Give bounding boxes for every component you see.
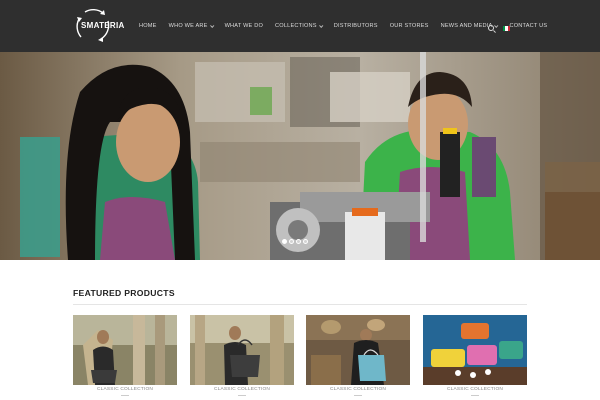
slider-dot[interactable] xyxy=(303,239,308,244)
site-header: SMATERIA HOME WHO WE ARE WHAT WE DO COLL… xyxy=(0,0,600,52)
nav-label: HOME xyxy=(139,23,157,29)
nav-item-home[interactable]: HOME xyxy=(139,23,157,29)
product-image[interactable] xyxy=(306,315,410,385)
product-image[interactable] xyxy=(73,315,177,385)
slider-dot[interactable] xyxy=(289,239,294,244)
featured-products-title: FEATURED PRODUCTS xyxy=(73,288,175,298)
slider-dot[interactable] xyxy=(282,239,287,244)
product-caption[interactable]: CLASSIC COLLECTION xyxy=(190,387,294,392)
product-caption[interactable]: CLASSIC COLLECTION xyxy=(73,387,177,392)
nav-item-what-we-do[interactable]: WHAT WE DO xyxy=(225,23,263,29)
product-card[interactable]: CLASSIC COLLECTION xyxy=(73,315,177,400)
nav-label: DISTRIBUTORS xyxy=(333,23,378,29)
italian-flag-icon[interactable] xyxy=(503,26,510,31)
product-caption[interactable]: CLASSIC COLLECTION xyxy=(423,387,527,392)
nav-item-collections[interactable]: COLLECTIONS xyxy=(275,23,324,29)
chevron-down-icon xyxy=(209,23,214,28)
logo-text: SMATERIA xyxy=(81,21,125,30)
product-caption[interactable]: CLASSIC COLLECTION xyxy=(306,387,410,392)
nav-item-contact-us[interactable]: CONTACT US xyxy=(509,23,547,29)
divider xyxy=(238,395,246,396)
nav-label: WHO WE ARE xyxy=(168,23,208,29)
nav-label: NEWS AND MEDIA xyxy=(440,23,493,29)
hero-slider[interactable] xyxy=(0,52,600,260)
nav-item-our-stores[interactable]: OUR STORES xyxy=(390,23,429,29)
nav-label: OUR STORES xyxy=(389,23,429,29)
hero-image xyxy=(0,52,600,260)
search-icon[interactable] xyxy=(488,25,494,31)
product-card[interactable]: CLASSIC COLLECTION xyxy=(190,315,294,400)
nav-item-who-we-are[interactable]: WHO WE ARE xyxy=(168,23,214,29)
nav-label: WHAT WE DO xyxy=(224,23,264,29)
slider-dot[interactable] xyxy=(296,239,301,244)
product-card[interactable]: CLASSIC COLLECTION xyxy=(306,315,410,400)
logo[interactable]: SMATERIA xyxy=(73,7,124,43)
divider xyxy=(354,395,362,396)
divider xyxy=(471,395,479,396)
main-nav: HOME WHO WE ARE WHAT WE DO COLLECTIONS D… xyxy=(139,0,559,52)
product-image[interactable] xyxy=(423,315,527,385)
divider xyxy=(121,395,129,396)
slider-dots xyxy=(282,239,310,244)
chevron-down-icon xyxy=(494,23,499,28)
nav-item-distributors[interactable]: DISTRIBUTORS xyxy=(334,23,378,29)
nav-label: COLLECTIONS xyxy=(275,23,317,29)
divider xyxy=(73,304,527,305)
nav-label: CONTACT US xyxy=(509,23,548,29)
product-card[interactable]: CLASSIC COLLECTION xyxy=(423,315,527,400)
product-image[interactable] xyxy=(190,315,294,385)
chevron-down-icon xyxy=(318,23,324,28)
